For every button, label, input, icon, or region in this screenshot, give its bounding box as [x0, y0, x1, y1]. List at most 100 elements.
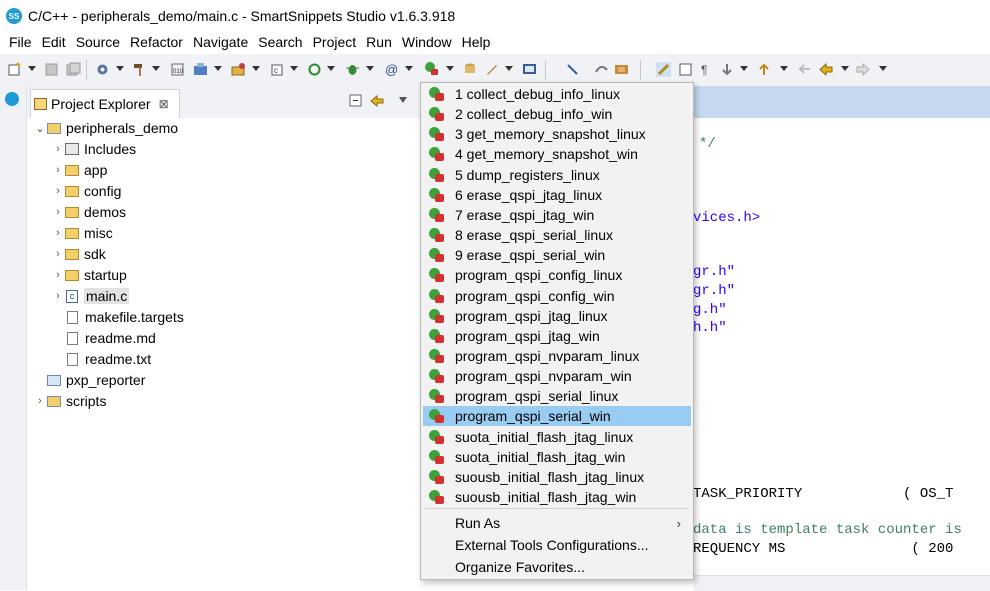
tree-node-startup[interactable]: › startup [51, 265, 127, 285]
highlight-pen-icon[interactable] [656, 62, 671, 77]
refresh-icon[interactable] [307, 62, 322, 77]
next-annotation-icon[interactable] [720, 62, 735, 77]
package-icon[interactable] [231, 62, 246, 77]
menu-item-tool[interactable]: suousb_initial_flash_jtag_win [423, 487, 691, 507]
binary-icon[interactable]: 010 [170, 62, 185, 77]
menu-item-tool[interactable]: 3 get_memory_snapshot_linux [423, 124, 691, 144]
tree-node-misc[interactable]: › misc [51, 223, 113, 243]
code-editor[interactable]: */ vices.h> gr.h" gr.h" g.h" h.h" TASK_P… [693, 86, 990, 590]
tab-close-icon[interactable]: ⊠ [159, 97, 169, 111]
last-edit-icon[interactable] [797, 62, 812, 77]
menu-project[interactable]: Project [313, 34, 357, 50]
tree-node-main-c[interactable]: › c main.c [51, 286, 130, 306]
menu-help[interactable]: Help [462, 34, 491, 50]
next-annotation-dropdown-arrow-icon[interactable] [740, 66, 748, 71]
menu-navigate[interactable]: Navigate [193, 34, 248, 50]
memory-icon[interactable] [614, 62, 629, 77]
step-icon[interactable] [594, 62, 609, 77]
menu-item-tool[interactable]: suota_initial_flash_jtag_linux [423, 427, 691, 447]
save-all-icon[interactable] [66, 62, 81, 77]
tree-node-sdk[interactable]: › sdk [51, 244, 106, 264]
collapsed-chevron-icon[interactable]: › [51, 206, 65, 218]
tree-node-includes[interactable]: › Includes [51, 139, 136, 159]
at-sign-icon[interactable]: @ [384, 62, 399, 77]
prev-annotation-icon[interactable] [757, 62, 772, 77]
collapsed-chevron-icon[interactable]: › [51, 248, 65, 260]
rocket-dropdown-arrow-icon[interactable] [505, 66, 513, 71]
back-arrow-icon[interactable] [818, 62, 833, 77]
debug-bug-icon[interactable] [345, 62, 360, 77]
menu-search[interactable]: Search [258, 34, 302, 50]
tree-node-pxp-reporter[interactable]: pxp_reporter [47, 370, 145, 390]
collapse-all-icon[interactable] [349, 94, 363, 108]
new-class-dropdown-arrow-icon[interactable] [290, 66, 298, 71]
tree-node-scripts[interactable]: › scripts [33, 391, 106, 411]
menu-item-tool[interactable]: program_qspi_nvparam_win [423, 366, 691, 386]
menu-item-tool[interactable]: 7 erase_qspi_jtag_win [423, 205, 691, 225]
menu-item-tool[interactable]: program_qspi_jtag_win [423, 326, 691, 346]
tab-project-explorer[interactable]: Project Explorer ⊠ [30, 89, 180, 118]
whitespace-icon[interactable]: ¶ [699, 62, 714, 77]
menu-item-tool[interactable]: 1 collect_debug_info_linux [423, 84, 691, 104]
collapsed-chevron-icon[interactable]: › [51, 290, 65, 302]
collapsed-chevron-icon[interactable]: › [51, 164, 65, 176]
settings-icon[interactable] [95, 62, 110, 77]
external-tools-icon[interactable] [424, 61, 439, 76]
collapsed-chevron-icon[interactable]: › [51, 143, 65, 155]
menu-source[interactable]: Source [76, 34, 120, 50]
collapsed-chevron-icon[interactable]: › [51, 269, 65, 281]
save-icon[interactable] [44, 62, 59, 77]
menu-item-tool[interactable]: suota_initial_flash_jtag_win [423, 447, 691, 467]
tree-node-makefile-targets[interactable]: makefile.targets [65, 307, 184, 327]
menu-run[interactable]: Run [366, 34, 392, 50]
link-with-editor-icon[interactable] [369, 94, 385, 108]
menu-item-run-as[interactable]: Run As › [423, 513, 691, 533]
rocket-icon[interactable] [484, 62, 499, 77]
at-dropdown-arrow-icon[interactable] [405, 66, 413, 71]
tree-node-readme-txt[interactable]: readme.txt [65, 349, 151, 369]
debug-dropdown-arrow-icon[interactable] [366, 66, 374, 71]
build-hammer-icon[interactable] [132, 62, 147, 77]
menu-item-tool[interactable]: program_qspi_serial_linux [423, 386, 691, 406]
menu-window[interactable]: Window [402, 34, 452, 50]
menu-item-tool[interactable]: 6 erase_qspi_jtag_linux [423, 185, 691, 205]
menu-item-tool[interactable]: program_qspi_config_linux [423, 265, 691, 285]
collapsed-chevron-icon[interactable]: › [51, 185, 65, 197]
menu-item-tool[interactable]: 9 erase_qspi_serial_win [423, 245, 691, 265]
settings-dropdown-arrow-icon[interactable] [116, 66, 124, 71]
menu-item-tool[interactable]: 8 erase_qspi_serial_linux [423, 225, 691, 245]
expanded-chevron-icon[interactable]: ⌄ [33, 122, 47, 135]
database-icon[interactable] [463, 62, 478, 77]
refresh-dropdown-arrow-icon[interactable] [327, 66, 335, 71]
menu-item-tool[interactable]: 4 get_memory_snapshot_win [423, 144, 691, 164]
pin-icon[interactable] [565, 62, 580, 77]
menu-refactor[interactable]: Refactor [130, 34, 183, 50]
forward-arrow-icon[interactable] [856, 62, 871, 77]
menu-item-tool[interactable]: 5 dump_registers_linux [423, 165, 691, 185]
menu-item-tool[interactable]: program_qspi_serial_win [423, 406, 691, 427]
collapsed-chevron-icon[interactable]: › [51, 227, 65, 239]
menu-item-tool[interactable]: program_qspi_jtag_linux [423, 306, 691, 326]
target-config-icon[interactable] [193, 62, 208, 77]
terminal-icon[interactable] [522, 62, 537, 77]
menu-item-tool[interactable]: program_qspi_config_win [423, 286, 691, 306]
menu-edit[interactable]: Edit [42, 34, 66, 50]
new-dropdown-arrow-icon[interactable] [28, 66, 36, 71]
menu-item-external-tools-configurations[interactable]: External Tools Configurations... [423, 535, 691, 555]
menu-item-organize-favorites[interactable]: Organize Favorites... [423, 557, 691, 577]
forward-dropdown-arrow-icon[interactable] [879, 66, 887, 71]
menu-item-tool[interactable]: suousb_initial_flash_jtag_linux [423, 467, 691, 487]
tree-node-demos[interactable]: › demos [51, 202, 126, 222]
target-dropdown-arrow-icon[interactable] [214, 66, 222, 71]
menu-item-tool[interactable]: 2 collect_debug_info_win [423, 104, 691, 124]
block-select-icon[interactable] [678, 62, 693, 77]
collapsed-chevron-icon[interactable]: › [33, 395, 47, 407]
external-tools-dropdown-arrow-icon[interactable] [446, 66, 454, 71]
new-class-icon[interactable]: c [270, 62, 285, 77]
view-menu-icon[interactable] [398, 96, 408, 104]
tree-node-app[interactable]: › app [51, 160, 107, 180]
tree-node-readme-md[interactable]: readme.md [65, 328, 156, 348]
back-dropdown-arrow-icon[interactable] [841, 66, 849, 71]
build-dropdown-arrow-icon[interactable] [152, 66, 160, 71]
menu-item-tool[interactable]: program_qspi_nvparam_linux [423, 346, 691, 366]
